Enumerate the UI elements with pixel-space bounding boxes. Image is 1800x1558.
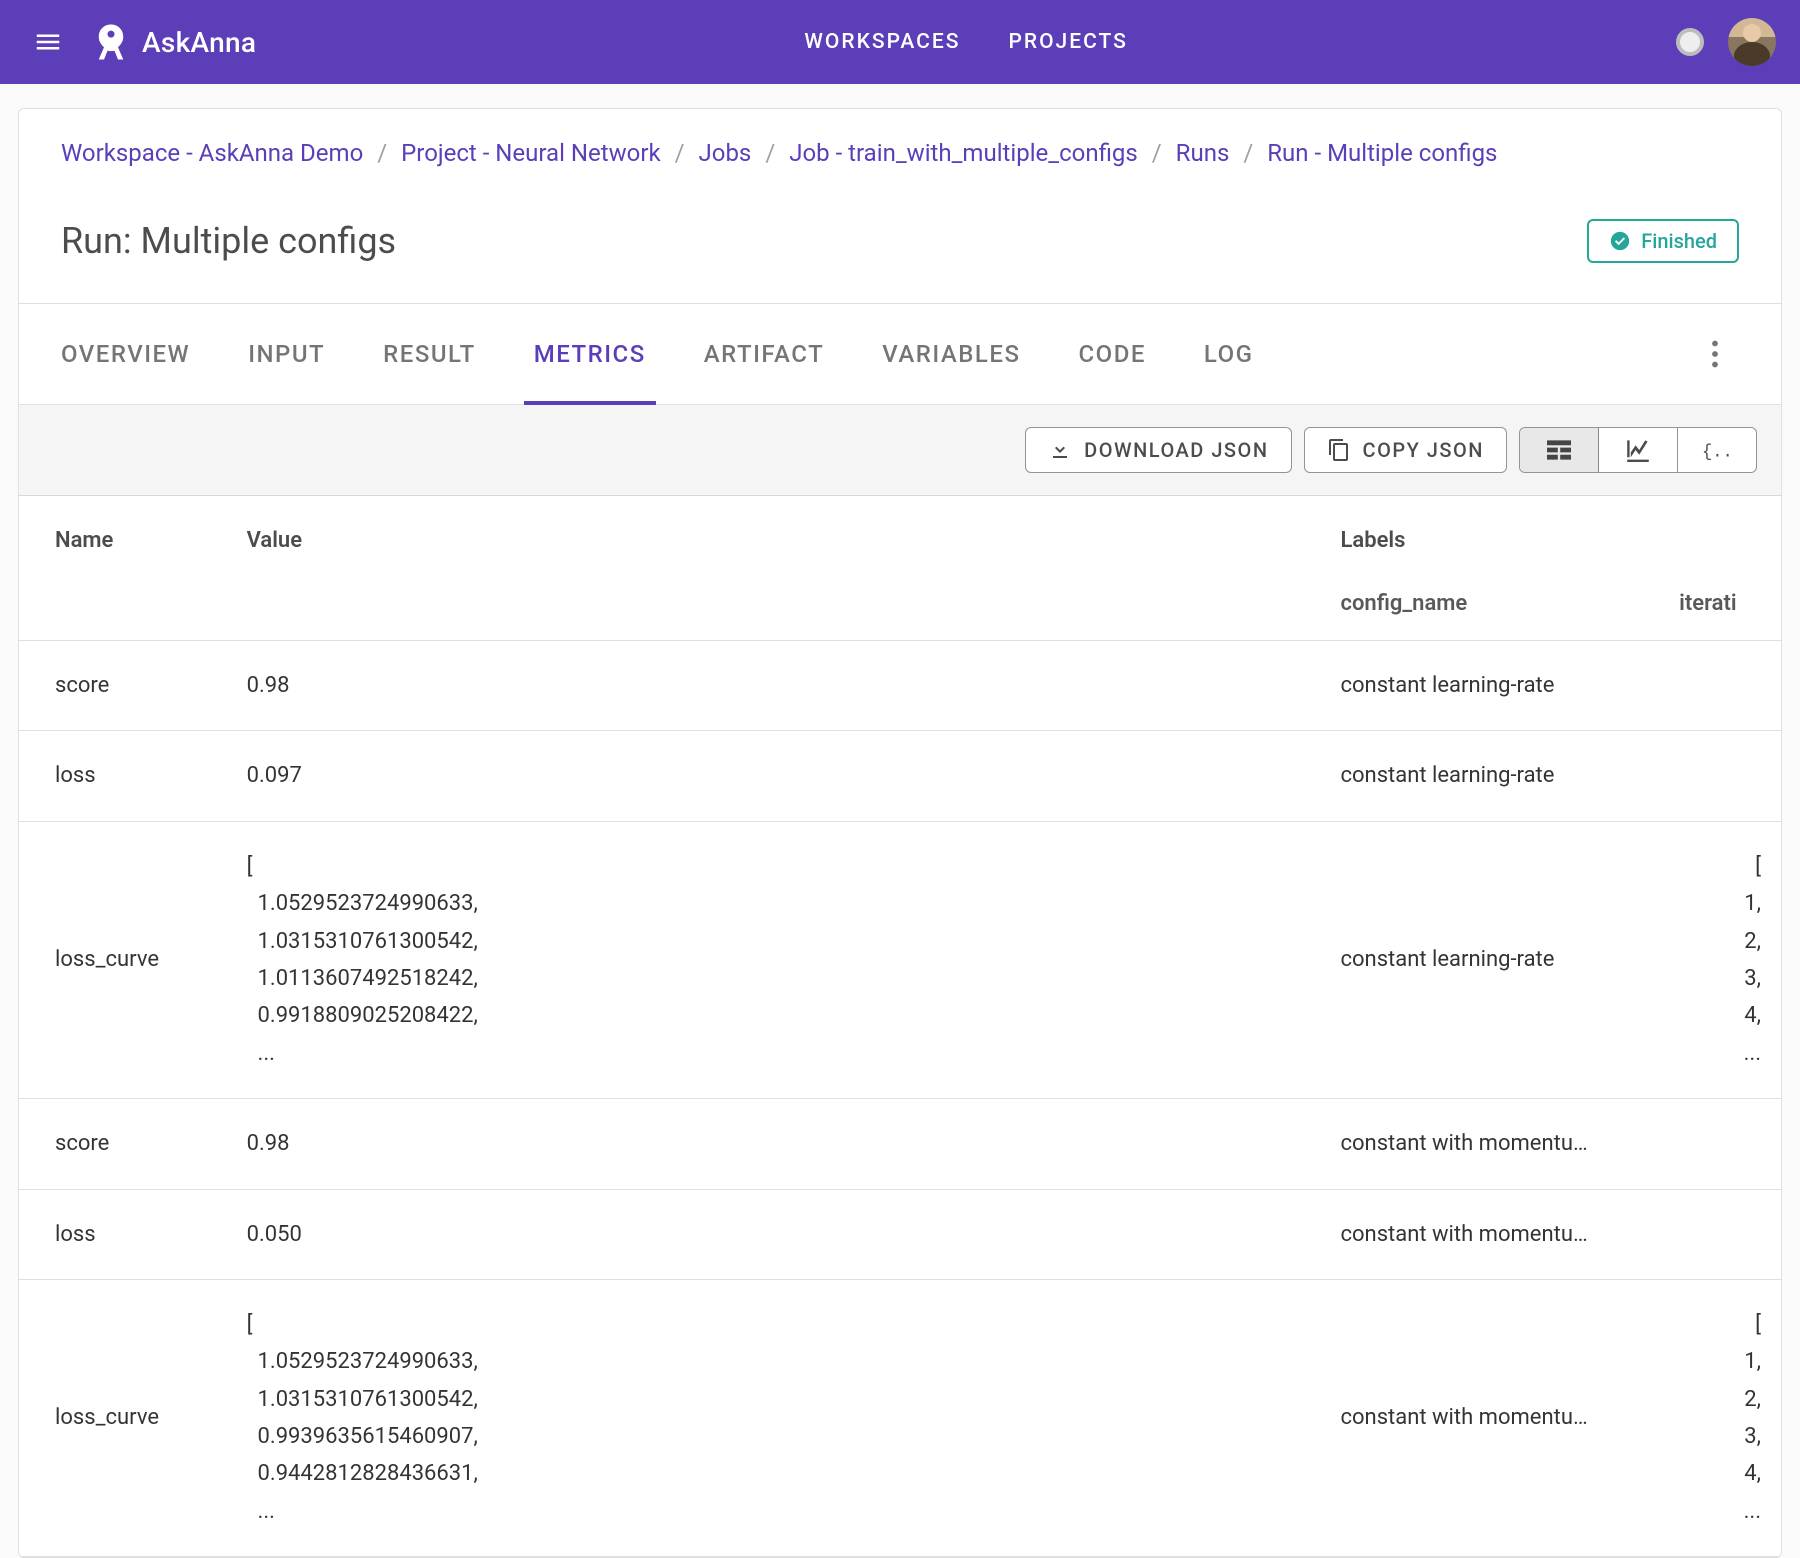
- cell-iteration: [1661, 1189, 1781, 1279]
- app-header: AskAnna WORKSPACES PROJECTS: [0, 0, 1800, 84]
- th-value[interactable]: Value: [229, 496, 1323, 571]
- tabs: OVERVIEW INPUT RESULT METRICS ARTIFACT V…: [61, 304, 1691, 404]
- logo-icon: [90, 21, 132, 63]
- tab-code[interactable]: CODE: [1078, 304, 1145, 404]
- tab-variables[interactable]: VARIABLES: [882, 304, 1020, 404]
- breadcrumb: Workspace - AskAnna Demo/ Project - Neur…: [19, 109, 1781, 189]
- download-json-label: DOWNLOAD JSON: [1084, 438, 1268, 462]
- nav-workspaces[interactable]: WORKSPACES: [804, 30, 960, 54]
- metrics-toolbar: DOWNLOAD JSON COPY JSON {..}: [19, 405, 1781, 496]
- status-badge: Finished: [1587, 219, 1739, 263]
- cell-config-name: constant with momentu…: [1322, 1189, 1661, 1279]
- view-toggle: {..}: [1519, 427, 1757, 473]
- breadcrumb-runs[interactable]: Runs: [1176, 139, 1230, 167]
- loading-indicator: [1676, 28, 1704, 56]
- breadcrumb-workspace[interactable]: Workspace - AskAnna Demo: [61, 139, 363, 167]
- cell-iteration: [1661, 731, 1781, 821]
- page-title: Run: Multiple configs: [61, 220, 396, 262]
- copy-icon: [1327, 438, 1351, 462]
- table-row: score0.98constant with momentu…: [19, 1099, 1781, 1189]
- nav-projects[interactable]: PROJECTS: [1008, 30, 1127, 54]
- table-row: loss0.050constant with momentu…: [19, 1189, 1781, 1279]
- table-row: loss0.097constant learning-rate: [19, 731, 1781, 821]
- download-json-button[interactable]: DOWNLOAD JSON: [1025, 427, 1291, 473]
- table-row: loss_curve[ 1.0529523724990633, 1.031531…: [19, 1279, 1781, 1556]
- logo[interactable]: AskAnna: [90, 21, 256, 63]
- th-iteration: [1661, 496, 1781, 571]
- table-row: loss_curve[ 1.0529523724990633, 1.031531…: [19, 821, 1781, 1098]
- subhead-config-name: config_name: [1322, 571, 1661, 641]
- cell-iteration: [ 1, 2, 3, 4, ...: [1661, 821, 1781, 1098]
- cell-value: 0.98: [229, 641, 1323, 731]
- view-table-button[interactable]: [1520, 428, 1599, 472]
- header-nav: WORKSPACES PROJECTS: [256, 30, 1676, 54]
- status-text: Finished: [1641, 229, 1717, 253]
- dots-vertical-icon: [1711, 340, 1719, 368]
- download-icon: [1048, 438, 1072, 462]
- view-chart-button[interactable]: [1599, 428, 1678, 472]
- view-json-button[interactable]: {..}: [1678, 428, 1756, 472]
- tab-log[interactable]: LOG: [1204, 304, 1254, 404]
- cell-iteration: [1661, 641, 1781, 731]
- brand-name: AskAnna: [142, 26, 256, 59]
- cell-name: score: [19, 641, 229, 731]
- tab-result[interactable]: RESULT: [383, 304, 476, 404]
- avatar[interactable]: [1728, 18, 1776, 66]
- cell-config-name: constant learning-rate: [1322, 821, 1661, 1098]
- cell-value: [ 1.0529523724990633, 1.0315310761300542…: [229, 821, 1323, 1098]
- cell-name: loss: [19, 731, 229, 821]
- json-icon: {..}: [1702, 438, 1732, 462]
- tab-input[interactable]: INPUT: [248, 304, 325, 404]
- table-row: score0.98constant learning-rate: [19, 641, 1781, 731]
- breadcrumb-project[interactable]: Project - Neural Network: [401, 139, 660, 167]
- copy-json-button[interactable]: COPY JSON: [1304, 427, 1507, 473]
- metrics-table: Name Value Labels config_name iterati sc…: [19, 496, 1781, 1557]
- cell-iteration: [ 1, 2, 3, 4, ...: [1661, 1279, 1781, 1556]
- main-card: Workspace - AskAnna Demo/ Project - Neur…: [18, 108, 1782, 1558]
- tab-overview[interactable]: OVERVIEW: [61, 304, 190, 404]
- cell-name: loss: [19, 1189, 229, 1279]
- cell-config-name: constant with momentu…: [1322, 1099, 1661, 1189]
- cell-value: 0.98: [229, 1099, 1323, 1189]
- th-labels[interactable]: Labels: [1322, 496, 1661, 571]
- menu-icon: [33, 27, 63, 57]
- cell-iteration: [1661, 1099, 1781, 1189]
- copy-json-label: COPY JSON: [1363, 438, 1484, 462]
- tab-metrics[interactable]: METRICS: [534, 304, 646, 404]
- table-icon: [1544, 438, 1574, 462]
- cell-value: 0.050: [229, 1189, 1323, 1279]
- breadcrumb-run[interactable]: Run - Multiple configs: [1267, 139, 1497, 167]
- breadcrumb-job[interactable]: Job - train_with_multiple_configs: [789, 139, 1138, 167]
- cell-name: score: [19, 1099, 229, 1189]
- cell-config-name: constant learning-rate: [1322, 641, 1661, 731]
- check-circle-icon: [1609, 230, 1631, 252]
- menu-button[interactable]: [24, 18, 72, 66]
- cell-config-name: constant with momentu…: [1322, 1279, 1661, 1556]
- tab-artifact[interactable]: ARTIFACT: [704, 304, 824, 404]
- chart-icon: [1623, 438, 1653, 462]
- tabs-overflow-button[interactable]: [1691, 330, 1739, 378]
- th-name[interactable]: Name: [19, 496, 229, 571]
- cell-name: loss_curve: [19, 1279, 229, 1556]
- cell-value: 0.097: [229, 731, 1323, 821]
- cell-config-name: constant learning-rate: [1322, 731, 1661, 821]
- svg-text:{..}: {..}: [1702, 443, 1732, 462]
- subhead-iteration: iterati: [1661, 571, 1781, 641]
- cell-name: loss_curve: [19, 821, 229, 1098]
- cell-value: [ 1.0529523724990633, 1.0315310761300542…: [229, 1279, 1323, 1556]
- breadcrumb-jobs[interactable]: Jobs: [699, 139, 752, 167]
